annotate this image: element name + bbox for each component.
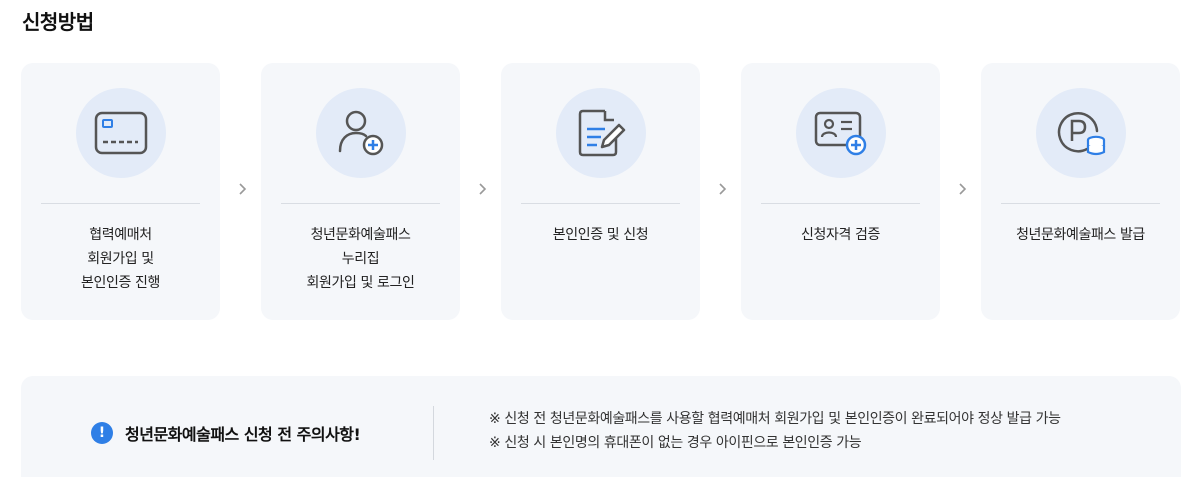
step-label-line: 누리집 xyxy=(341,251,380,267)
section-title: 신청방법 xyxy=(22,10,94,34)
id-card-add-icon xyxy=(796,88,886,178)
notice-title: 청년문화예술패스 신청 전 주의사항! xyxy=(125,425,361,444)
step-divider xyxy=(761,203,920,204)
chevron-right-icon xyxy=(477,181,489,197)
step-label-line: 본인인증 진행 xyxy=(81,275,160,291)
step-label: 청년문화예술패스 발급 xyxy=(989,223,1172,247)
step-label: 신청자격 검증 xyxy=(749,223,932,247)
step-card-1: 협력예매처 회원가입 및 본인인증 진행 xyxy=(21,63,220,320)
step-divider xyxy=(521,203,680,204)
step-label-line: 본인인증 및 신청 xyxy=(552,227,649,243)
chevron-right-icon xyxy=(957,181,969,197)
step-label: 청년문화예술패스 누리집 회원가입 및 로그인 xyxy=(269,223,452,295)
point-coin-icon xyxy=(1036,88,1126,178)
application-steps: 협력예매처 회원가입 및 본인인증 진행 청년문화예술패스 누리집 회원가입 및… xyxy=(21,63,1181,320)
step-label-line: 회원가입 및 로그인 xyxy=(306,275,415,291)
chevron-right-icon xyxy=(717,181,729,197)
step-card-4: 신청자격 검증 xyxy=(741,63,940,320)
step-card-2: 청년문화예술패스 누리집 회원가입 및 로그인 xyxy=(261,63,460,320)
chevron-right-icon xyxy=(237,181,249,197)
document-edit-icon xyxy=(556,88,646,178)
notice-notes: ※ 신청 전 청년문화예술패스를 사용할 협력예매처 회원가입 및 본인인증이 … xyxy=(489,407,1061,455)
step-label-line: 청년문화예술패스 xyxy=(310,227,411,243)
step-label: 본인인증 및 신청 xyxy=(509,223,692,247)
step-label: 협력예매처 회원가입 및 본인인증 진행 xyxy=(29,223,212,295)
exclamation-icon: ! xyxy=(91,422,113,444)
step-divider xyxy=(281,203,440,204)
step-divider xyxy=(1001,203,1160,204)
step-card-5: 청년문화예술패스 발급 xyxy=(981,63,1180,320)
notice-divider xyxy=(433,406,434,460)
notice-note: ※ 신청 전 청년문화예술패스를 사용할 협력예매처 회원가입 및 본인인증이 … xyxy=(489,411,1061,427)
step-label-line: 신청자격 검증 xyxy=(801,227,880,243)
notice-note: ※ 신청 시 본인명의 휴대폰이 없는 경우 아이핀으로 본인인증 가능 xyxy=(489,435,862,451)
notice-box: ! 청년문화예술패스 신청 전 주의사항! ※ 신청 전 청년문화예술패스를 사… xyxy=(21,376,1181,477)
step-label-line: 회원가입 및 xyxy=(87,251,154,267)
step-label-line: 협력예매처 xyxy=(89,227,152,243)
step-card-3: 본인인증 및 신청 xyxy=(501,63,700,320)
step-label-line: 청년문화예술패스 발급 xyxy=(1016,227,1145,243)
step-divider xyxy=(41,203,200,204)
user-add-icon xyxy=(316,88,406,178)
credit-card-icon xyxy=(76,88,166,178)
